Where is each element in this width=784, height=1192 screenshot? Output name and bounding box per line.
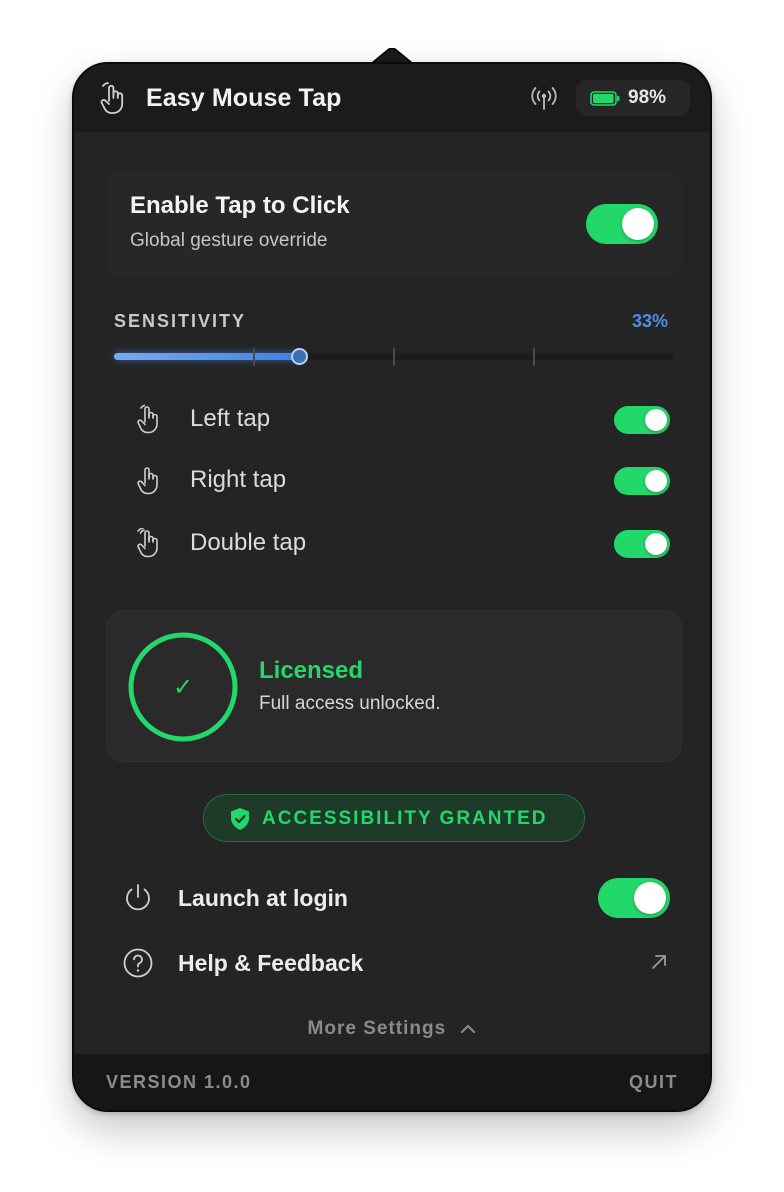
sensitivity-tick bbox=[253, 348, 255, 366]
battery-status: 98% bbox=[576, 80, 690, 116]
launch-at-login-label: Launch at login bbox=[178, 885, 348, 911]
left-tap-toggle[interactable] bbox=[614, 406, 670, 434]
antenna-signal-icon bbox=[531, 87, 557, 110]
tap-hand-icon bbox=[137, 404, 158, 434]
right-tap-toggle[interactable] bbox=[614, 467, 670, 495]
gesture-row-left-tap: Left tap bbox=[130, 400, 670, 440]
help-feedback-row[interactable]: Help & Feedback bbox=[122, 939, 668, 987]
enable-tap-card: Enable Tap to Click Global gesture overr… bbox=[106, 172, 682, 276]
title-bar: Easy Mouse Tap 98% bbox=[74, 64, 710, 132]
battery-percentage: 98% bbox=[628, 87, 667, 108]
enable-tap-title: Enable Tap to Click bbox=[130, 192, 350, 219]
license-card: ✓ Licensed Full access unlocked. bbox=[106, 610, 682, 762]
external-arrow-icon bbox=[652, 955, 666, 969]
version-label: VERSION 1.0.0 bbox=[106, 1072, 252, 1092]
sensitivity-slider-fill bbox=[114, 353, 299, 360]
accessibility-status-badge: ACCESSIBILITY GRANTED bbox=[203, 794, 585, 842]
sensitivity-value: 33% bbox=[631, 311, 668, 331]
tap-hand-icon bbox=[137, 467, 158, 495]
power-icon bbox=[126, 884, 150, 911]
gesture-row-double-tap: Double tap bbox=[130, 524, 670, 564]
launch-at-login-row: Launch at login bbox=[122, 874, 670, 922]
enable-tap-toggle[interactable] bbox=[586, 204, 658, 244]
check-circle-icon: ✓ bbox=[128, 632, 238, 742]
launch-at-login-toggle[interactable] bbox=[598, 878, 670, 918]
sensitivity-label: SENSITIVITY bbox=[114, 311, 247, 331]
more-settings-label: More Settings bbox=[307, 1018, 447, 1039]
chevron-up-icon bbox=[461, 1024, 476, 1034]
sensitivity-tick bbox=[533, 348, 535, 366]
hand-pointer-icon bbox=[100, 82, 124, 114]
license-check-mark: ✓ bbox=[173, 673, 193, 701]
help-feedback-label: Help & Feedback bbox=[178, 950, 364, 976]
sensitivity-slider-thumb[interactable] bbox=[290, 348, 308, 365]
gesture-label: Double tap bbox=[190, 529, 307, 556]
toggle-knob bbox=[645, 533, 667, 555]
footer-bar: VERSION 1.0.0 QUIT bbox=[74, 1054, 710, 1110]
enable-tap-subtitle: Global gesture override bbox=[130, 230, 328, 251]
accessibility-status-text: ACCESSIBILITY GRANTED bbox=[262, 808, 548, 829]
sensitivity-slider[interactable] bbox=[114, 348, 674, 366]
gesture-label: Left tap bbox=[190, 405, 271, 432]
double-tap-hand-icon bbox=[137, 528, 158, 558]
gesture-label: Right tap bbox=[190, 466, 287, 493]
double-tap-toggle[interactable] bbox=[614, 530, 670, 558]
question-circle-icon bbox=[123, 948, 153, 978]
toggle-knob bbox=[634, 882, 666, 914]
gesture-row-right-tap: Right tap bbox=[130, 461, 670, 501]
app-title: Easy Mouse Tap bbox=[146, 84, 342, 112]
license-status-subtitle: Full access unlocked. bbox=[259, 693, 441, 714]
toggle-knob bbox=[645, 470, 667, 492]
quit-button[interactable]: QUIT bbox=[629, 1072, 678, 1093]
battery-icon bbox=[590, 91, 620, 106]
more-settings-button[interactable]: More Settings bbox=[74, 1018, 710, 1040]
shield-check-icon bbox=[231, 808, 249, 830]
toggle-knob bbox=[645, 409, 667, 431]
toggle-knob bbox=[622, 208, 654, 240]
license-status-title: Licensed bbox=[259, 657, 364, 684]
menu-bar-popover: Easy Mouse Tap 98% Enable Tap to Click G… bbox=[72, 62, 712, 1112]
sensitivity-tick bbox=[393, 348, 395, 366]
